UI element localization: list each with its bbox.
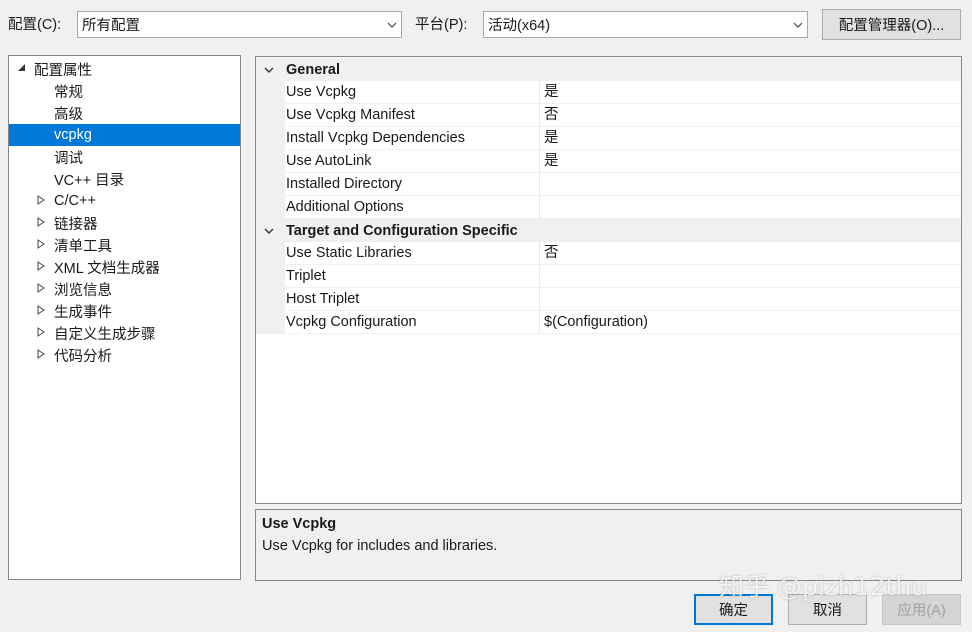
tree-item[interactable]: 浏览信息 bbox=[9, 278, 240, 300]
collapsed-triangle-icon[interactable] bbox=[35, 304, 47, 318]
grid-row-gutter bbox=[256, 81, 285, 104]
tree-item-label: 高级 bbox=[54, 106, 83, 123]
tree-item-label: vcpkg bbox=[54, 127, 92, 143]
grid-property-name[interactable]: Additional Options bbox=[285, 196, 539, 219]
collapsed-triangle-icon[interactable] bbox=[35, 348, 47, 362]
config-dropdown-value: 所有配置 bbox=[82, 18, 140, 34]
grid-property-value[interactable]: 否 bbox=[539, 104, 961, 127]
tree-item[interactable]: VC++ 目录 bbox=[9, 168, 240, 190]
config-manager-button[interactable]: 配置管理器(O)... bbox=[822, 9, 961, 40]
grid-property-value[interactable]: 是 bbox=[539, 150, 961, 173]
grid-row-gutter bbox=[256, 104, 285, 127]
grid-property-name[interactable]: Use Vcpkg Manifest bbox=[285, 104, 539, 127]
tree-root-item[interactable]: 配置属性 bbox=[9, 58, 240, 80]
grid-row[interactable]: Installed Directory bbox=[256, 173, 961, 196]
tree-item[interactable]: 代码分析 bbox=[9, 344, 240, 366]
grid-category-label: Target and Configuration Specific bbox=[286, 222, 518, 239]
grid-property-value[interactable]: 是 bbox=[539, 127, 961, 150]
tree-item-label: C/C++ bbox=[54, 193, 96, 209]
description-text: Use Vcpkg for includes and libraries. bbox=[262, 538, 498, 554]
grid-property-value[interactable] bbox=[539, 265, 961, 288]
tree-item[interactable]: C/C++ bbox=[9, 190, 240, 212]
tree-item[interactable]: 清单工具 bbox=[9, 234, 240, 256]
grid-property-value[interactable]: 否 bbox=[539, 242, 961, 265]
property-tree: 配置属性 常规高级 vcpkg 调试 VC++ 目录 C/C++ 链接器清单工具 XML 文… bbox=[8, 55, 241, 580]
chevron-down-icon bbox=[383, 12, 401, 37]
tree-item-label: 常规 bbox=[54, 84, 83, 101]
grid-property-name[interactable]: Host Triplet bbox=[285, 288, 539, 311]
grid-property-name[interactable]: Triplet bbox=[285, 265, 539, 288]
tree-item-label: 自定义生成步骤 bbox=[54, 326, 156, 343]
tree-root-label: 配置属性 bbox=[34, 62, 92, 79]
grid-row-gutter bbox=[256, 196, 285, 219]
config-label: 配置(C): bbox=[8, 17, 62, 33]
grid-row-gutter bbox=[256, 288, 285, 311]
tree-item-label: 浏览信息 bbox=[54, 282, 112, 299]
grid-property-name[interactable]: Installed Directory bbox=[285, 173, 539, 196]
grid-row-gutter bbox=[256, 311, 285, 334]
grid-row-gutter bbox=[256, 150, 285, 173]
grid-property-name[interactable]: Use Static Libraries bbox=[285, 242, 539, 265]
tree-item[interactable]: 链接器 bbox=[9, 212, 240, 234]
grid-row[interactable]: Use Vcpkg Manifest 否 bbox=[256, 104, 961, 127]
collapsed-triangle-icon[interactable] bbox=[35, 238, 47, 252]
collapsed-triangle-icon[interactable] bbox=[35, 194, 47, 208]
tree-item-label: 代码分析 bbox=[54, 348, 112, 365]
description-title: Use Vcpkg bbox=[262, 516, 337, 532]
tree-item[interactable]: 调试 bbox=[9, 146, 240, 168]
grid-row[interactable]: Use Static Libraries 否 bbox=[256, 242, 961, 265]
grid-row[interactable]: Triplet bbox=[256, 265, 961, 288]
grid-property-value[interactable] bbox=[539, 288, 961, 311]
property-grid: General Use Vcpkg 是 Use Vcpkg Manifest 否 Inst… bbox=[255, 56, 962, 504]
grid-property-value[interactable]: 是 bbox=[539, 81, 961, 104]
grid-property-name[interactable]: Use AutoLink bbox=[285, 150, 539, 173]
tree-item[interactable]: 常规 bbox=[9, 80, 240, 102]
chevron-down-icon[interactable] bbox=[262, 63, 276, 77]
grid-property-name[interactable]: Install Vcpkg Dependencies bbox=[285, 127, 539, 150]
tree-item-label: 生成事件 bbox=[54, 304, 112, 321]
grid-row[interactable]: Host Triplet bbox=[256, 288, 961, 311]
collapsed-triangle-icon[interactable] bbox=[35, 260, 47, 274]
collapsed-triangle-icon[interactable] bbox=[35, 216, 47, 230]
grid-row[interactable]: Additional Options bbox=[256, 196, 961, 219]
grid-property-value[interactable] bbox=[539, 196, 961, 219]
watermark: 知乎 @pizh12thu bbox=[719, 572, 928, 601]
grid-row-gutter bbox=[256, 265, 285, 288]
chevron-down-icon bbox=[789, 12, 807, 37]
platform-dropdown-value: 活动(x64) bbox=[488, 18, 551, 34]
grid-category[interactable]: General bbox=[256, 58, 961, 81]
grid-category-label: General bbox=[286, 61, 340, 78]
tree-item[interactable]: 高级 bbox=[9, 102, 240, 124]
grid-row[interactable]: Use AutoLink 是 bbox=[256, 150, 961, 173]
chevron-down-icon[interactable] bbox=[262, 224, 276, 238]
grid-row-gutter bbox=[256, 242, 285, 265]
grid-property-value[interactable] bbox=[539, 173, 961, 196]
grid-row[interactable]: Use Vcpkg 是 bbox=[256, 81, 961, 104]
grid-property-name[interactable]: Vcpkg Configuration bbox=[285, 311, 539, 334]
platform-label: 平台(P): bbox=[415, 17, 468, 33]
tree-item-label: VC++ 目录 bbox=[54, 172, 125, 189]
tree-item[interactable]: 自定义生成步骤 bbox=[9, 322, 240, 344]
grid-property-name[interactable]: Use Vcpkg bbox=[285, 81, 539, 104]
grid-row-gutter bbox=[256, 173, 285, 196]
grid-row[interactable]: Vcpkg Configuration $(Configuration) bbox=[256, 311, 961, 334]
tree-item-label: 链接器 bbox=[54, 216, 98, 233]
grid-category[interactable]: Target and Configuration Specific bbox=[256, 219, 961, 242]
tree-item[interactable]: XML 文档生成器 bbox=[9, 256, 240, 278]
platform-dropdown[interactable]: 活动(x64) bbox=[483, 11, 808, 38]
collapsed-triangle-icon[interactable] bbox=[35, 326, 47, 340]
tree-item[interactable]: vcpkg bbox=[9, 124, 240, 146]
collapsed-triangle-icon[interactable] bbox=[35, 282, 47, 296]
grid-property-value[interactable]: $(Configuration) bbox=[539, 311, 961, 334]
tree-item[interactable]: 生成事件 bbox=[9, 300, 240, 322]
config-dropdown[interactable]: 所有配置 bbox=[77, 11, 402, 38]
grid-row-gutter bbox=[256, 127, 285, 150]
expanded-triangle-icon[interactable] bbox=[15, 63, 27, 75]
tree-item-label: XML 文档生成器 bbox=[54, 260, 160, 277]
tree-item-label: 调试 bbox=[54, 150, 83, 167]
tree-item-label: 清单工具 bbox=[54, 238, 112, 255]
grid-row[interactable]: Install Vcpkg Dependencies 是 bbox=[256, 127, 961, 150]
